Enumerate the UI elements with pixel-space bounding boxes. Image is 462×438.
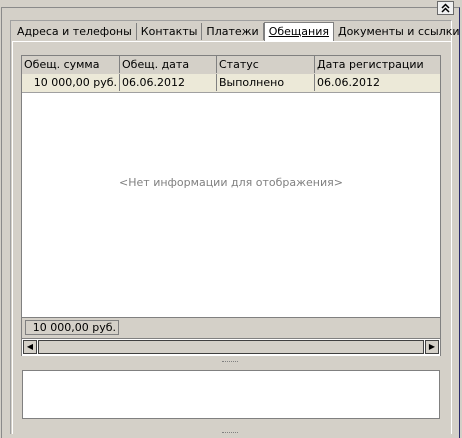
tab-promises[interactable]: Обещания (263, 22, 334, 41)
tab-label: Адреса и телефоны (17, 25, 132, 38)
tab-label: Обещания (268, 25, 329, 38)
resize-grip[interactable] (222, 432, 238, 436)
collapse-panel-button[interactable] (437, 1, 454, 15)
cell-registration-date: 06.06.2012 (317, 76, 380, 89)
empty-message: <Нет информации для отображения> (119, 176, 343, 189)
tab-label: Платежи (206, 25, 259, 38)
table-row[interactable]: 10 000,00 руб. 06.06.2012 Выполнено 06.0… (22, 74, 440, 93)
horizontal-scrollbar[interactable]: ◀ ▶ (22, 338, 440, 356)
tab-documents-links[interactable]: Документы и ссылки (334, 23, 462, 40)
arrow-right-icon: ▶ (428, 342, 436, 351)
cell-promised-amount: 10 000,00 руб. (22, 74, 120, 91)
scroll-right-button[interactable]: ▶ (425, 340, 439, 354)
grid-header: Обещ. сумма Обещ. дата Статус Дата регис… (22, 56, 440, 75)
column-header-promised-amount[interactable]: Обещ. сумма (22, 56, 120, 73)
memo-field[interactable] (22, 370, 440, 419)
double-chevron-up-icon (441, 3, 450, 16)
promises-grid[interactable]: Обещ. сумма Обещ. дата Статус Дата регис… (21, 55, 441, 356)
column-header-promised-date[interactable]: Обещ. дата (120, 56, 217, 73)
arrow-left-icon: ◀ (26, 342, 34, 351)
tab-payments[interactable]: Платежи (202, 23, 264, 40)
cell-promised-date: 06.06.2012 (120, 74, 217, 91)
tab-strip: Адреса и телефоны Контакты Платежи Обеща… (13, 22, 462, 41)
tab-label: Контакты (140, 25, 198, 38)
tab-addresses-phones[interactable]: Адреса и телефоны (13, 23, 137, 40)
scrollbar-thumb[interactable] (38, 340, 424, 354)
tab-label: Документы и ссылки (337, 25, 460, 38)
tab-contacts[interactable]: Контакты (137, 23, 203, 40)
column-header-status[interactable]: Статус (217, 56, 315, 73)
cell-status: Выполнено (217, 74, 315, 91)
splitter-handle[interactable] (222, 361, 238, 365)
grid-footer: 10 000,00 руб. (22, 317, 440, 339)
column-header-registration-date[interactable]: Дата регистрации (315, 56, 440, 73)
scroll-left-button[interactable]: ◀ (23, 340, 37, 354)
footer-total-amount: 10 000,00 руб. (25, 320, 119, 335)
